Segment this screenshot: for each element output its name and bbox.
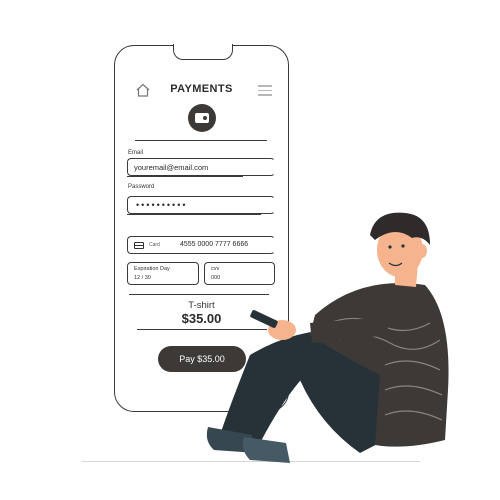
expiration-value: 12 / 30 <box>134 275 151 281</box>
field-underline <box>127 176 243 177</box>
phone-notch <box>173 44 233 60</box>
expiration-field[interactable]: Expiration Day 12 / 30 <box>127 262 199 285</box>
hamburger-menu-icon[interactable] <box>258 85 272 96</box>
person-illustration <box>206 212 449 463</box>
password-label: Password <box>128 184 155 190</box>
password-value: •••••••••• <box>136 200 188 210</box>
email-value: youremail@email.com <box>134 163 209 172</box>
credit-card-icon <box>134 242 144 249</box>
card-label: Card <box>149 242 160 248</box>
email-label: Email <box>128 150 144 156</box>
expiration-label: Expiration Day <box>134 266 170 272</box>
header-divider <box>135 140 267 141</box>
email-field[interactable]: youremail@email.com <box>127 158 275 176</box>
wallet-icon <box>188 104 216 132</box>
